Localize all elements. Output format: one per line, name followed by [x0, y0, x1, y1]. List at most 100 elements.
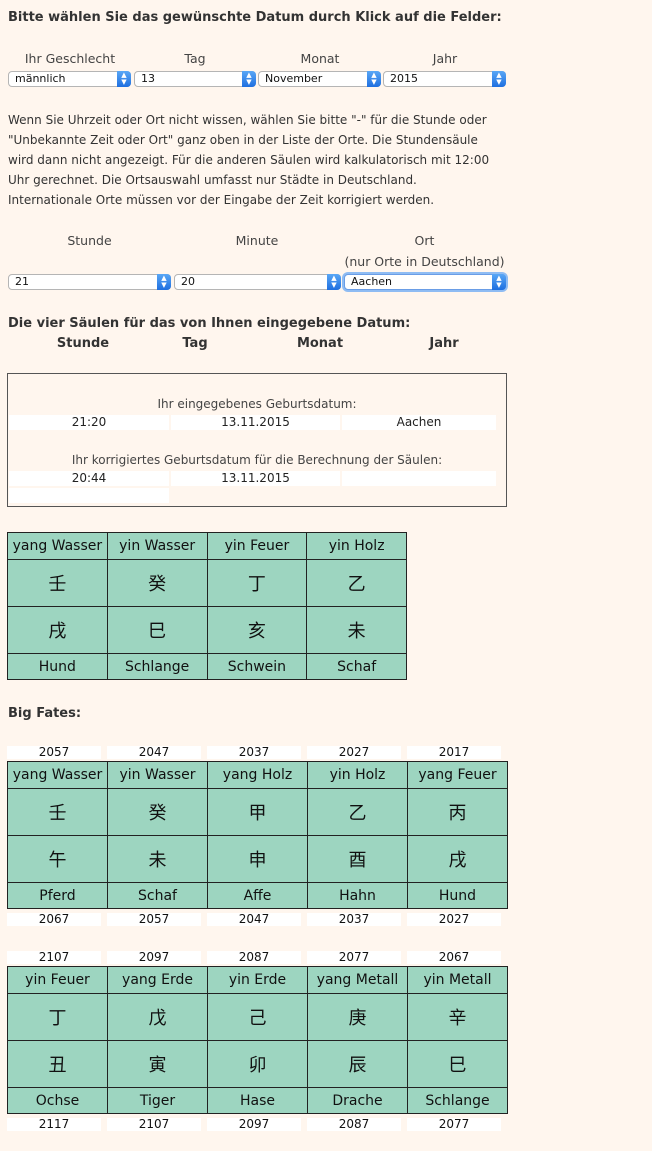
- chevron-updown-icon: ▲ ▼: [117, 71, 131, 87]
- info-text: Wenn Sie Uhrzeit oder Ort nicht wissen, …: [8, 113, 490, 207]
- zodiac-animal: Schwein: [206, 653, 308, 680]
- pillar-header-year: Jahr: [429, 336, 459, 351]
- zodiac-animal: Hase: [207, 1087, 308, 1114]
- big-fates-table-2: yin Feuer yang Erde yin Erde yang Metall…: [7, 966, 508, 1114]
- fate-element-name: yang Erde: [107, 966, 208, 994]
- fate-element-name: yin Metall: [407, 966, 508, 994]
- four-pillars-table: yang Wasser yin Wasser yin Feuer yin Hol…: [7, 532, 407, 680]
- fate-end-year: 2117: [7, 1118, 101, 1131]
- earthly-branch: 卯: [207, 1040, 308, 1088]
- earthly-branch: 未: [107, 835, 208, 883]
- chevron-updown-icon: ▲ ▼: [157, 274, 171, 290]
- fate-end-year: 2027: [407, 913, 501, 926]
- chevron-updown-icon: ▲ ▼: [242, 71, 256, 87]
- place-label: Ort: [414, 233, 435, 248]
- zodiac-animal: Hund: [407, 882, 508, 909]
- fate-start-year: 2057: [7, 746, 101, 759]
- chevron-updown-icon: ▲ ▼: [367, 71, 381, 87]
- year-select[interactable]: 2015 ▲ ▼: [383, 71, 506, 87]
- day-label: Tag: [184, 51, 206, 66]
- month-select[interactable]: November ▲ ▼: [258, 71, 381, 87]
- fate-element-name: yin Feuer: [7, 966, 108, 994]
- day-select[interactable]: 13 ▲ ▼: [134, 71, 256, 87]
- earthly-branch: 酉: [307, 835, 408, 883]
- heavenly-stem: 丙: [407, 788, 508, 836]
- heavenly-stem: 乙: [307, 788, 408, 836]
- hour-select-value: 21: [15, 275, 29, 288]
- pillars-heading: Die vier Säulen für das von Ihnen eingeg…: [8, 316, 411, 331]
- earthly-branch: 戌: [7, 606, 108, 654]
- year-select-value: 2015: [390, 72, 418, 85]
- pillar-element-name: yin Wasser: [106, 532, 208, 560]
- gender-label: Ihr Geschlecht: [24, 51, 116, 66]
- place-select-value: Aachen: [351, 275, 393, 288]
- earthly-branch: 巳: [106, 606, 208, 654]
- hour-select[interactable]: 21 ▲ ▼: [8, 274, 171, 290]
- gender-select[interactable]: männlich ▲ ▼: [8, 71, 131, 87]
- zodiac-animal: Pferd: [7, 882, 108, 909]
- month-select-value: November: [265, 72, 323, 85]
- place-note: (nur Orte in Deutschland): [344, 254, 505, 269]
- earthly-branch: 辰: [307, 1040, 408, 1088]
- big-fates-table-1: yang Wasser yin Wasser yang Holz yin Hol…: [7, 761, 508, 909]
- chevron-updown-icon: ▲ ▼: [492, 71, 506, 87]
- year-label: Jahr: [432, 51, 458, 66]
- hour-label: Stunde: [67, 233, 112, 248]
- fate-start-year: 2107: [7, 951, 101, 964]
- fate-element-name: yang Wasser: [7, 761, 108, 789]
- heavenly-stem: 癸: [106, 559, 208, 607]
- heavenly-stem: 己: [207, 993, 308, 1041]
- entered-time: 21:20: [9, 415, 169, 430]
- zodiac-animal: Schaf: [306, 653, 407, 680]
- fate-element-name: yang Feuer: [407, 761, 508, 789]
- minute-select-value: 20: [181, 275, 195, 288]
- fate-start-year: 2067: [407, 951, 501, 964]
- fate-start-year: 2087: [207, 951, 301, 964]
- select-date-heading: Bitte wählen Sie das gewünschte Datum du…: [8, 10, 502, 25]
- gender-select-value: männlich: [15, 72, 66, 85]
- heavenly-stem: 丁: [7, 993, 108, 1041]
- fate-start-year: 2097: [107, 951, 201, 964]
- month-label: Monat: [300, 51, 340, 66]
- zodiac-animal: Hund: [7, 653, 108, 680]
- entered-date-label: Ihr eingegebenes Geburtsdatum:: [157, 397, 357, 411]
- entered-place: Aachen: [342, 415, 496, 430]
- earthly-branch: 申: [207, 835, 308, 883]
- place-select[interactable]: Aachen ▲ ▼: [344, 274, 506, 290]
- zodiac-animal: Drache: [307, 1087, 408, 1114]
- fate-element-name: yang Holz: [207, 761, 308, 789]
- fate-end-year: 2097: [207, 1118, 301, 1131]
- day-select-value: 13: [141, 72, 155, 85]
- heavenly-stem: 戊: [107, 993, 208, 1041]
- entered-date: 13.11.2015: [171, 415, 340, 430]
- fate-element-name: yin Wasser: [107, 761, 208, 789]
- fate-element-name: yin Erde: [207, 966, 308, 994]
- fate-element-name: yang Metall: [307, 966, 408, 994]
- pillar-element-name: yin Feuer: [206, 532, 308, 560]
- heavenly-stem: 辛: [407, 993, 508, 1041]
- fate-start-year: 2037: [207, 746, 301, 759]
- heavenly-stem: 乙: [306, 559, 407, 607]
- chevron-updown-icon: ▲ ▼: [327, 274, 341, 290]
- chevron-updown-icon: ▲ ▼: [492, 274, 506, 290]
- heavenly-stem: 癸: [107, 788, 208, 836]
- corrected-date-label: Ihr korrigiertes Geburtsdatum für die Be…: [71, 453, 443, 467]
- minute-select[interactable]: 20 ▲ ▼: [174, 274, 341, 290]
- fate-end-year: 2067: [7, 913, 101, 926]
- earthly-branch: 巳: [407, 1040, 508, 1088]
- zodiac-animal: Affe: [207, 882, 308, 909]
- fate-element-name: yin Holz: [307, 761, 408, 789]
- fate-start-year: 2077: [307, 951, 401, 964]
- corrected-place-blank: [342, 471, 496, 486]
- fate-end-year: 2077: [407, 1118, 501, 1131]
- fate-end-year: 2037: [307, 913, 401, 926]
- pillar-element-name: yang Wasser: [7, 532, 108, 560]
- heavenly-stem: 壬: [7, 559, 108, 607]
- fate-end-year: 2107: [107, 1118, 201, 1131]
- heavenly-stem: 丁: [206, 559, 308, 607]
- zodiac-animal: Schaf: [107, 882, 208, 909]
- fate-start-year: 2017: [407, 746, 501, 759]
- zodiac-animal: Schlange: [407, 1087, 508, 1114]
- earthly-branch: 未: [306, 606, 407, 654]
- corrected-date: 13.11.2015: [171, 471, 340, 486]
